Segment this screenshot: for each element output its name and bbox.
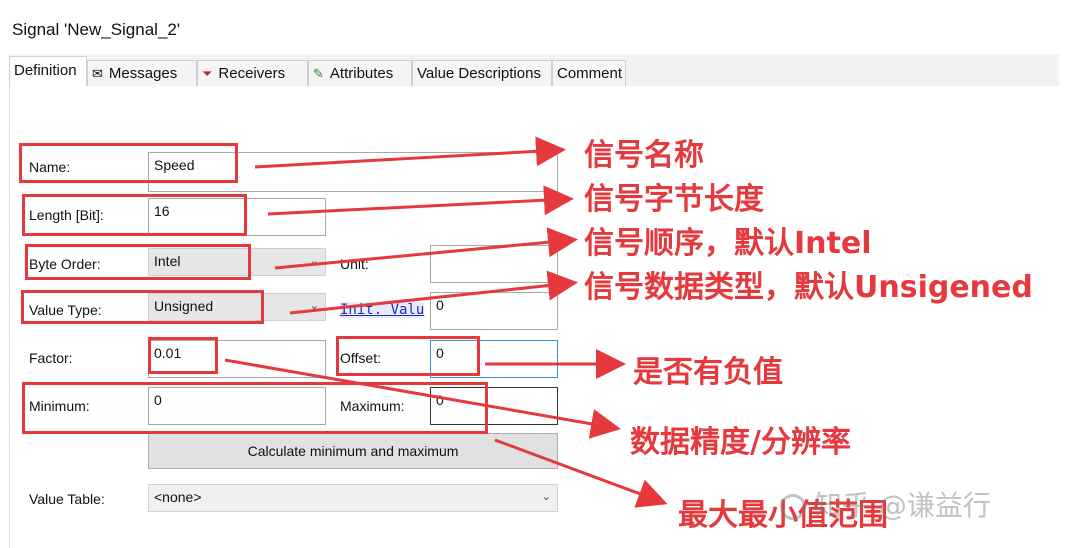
- annotation-byte-order: 信号顺序，默认Intel: [584, 226, 872, 261]
- annotation-factor: 数据精度/分辨率: [630, 425, 851, 460]
- arrow-length: [267, 185, 574, 216]
- watermark-logo-icon: [780, 494, 806, 520]
- annotation-value-type: 信号数据类型，默认Unsigened: [584, 270, 1033, 305]
- annotation-name: 信号名称: [584, 138, 704, 173]
- annotation-length: 信号字节长度: [584, 182, 764, 217]
- watermark-text: 知乎 @谦益行: [814, 489, 991, 522]
- watermark: 知乎 @谦益行: [780, 484, 991, 524]
- arrow-name: [254, 136, 566, 169]
- signal-dialog: Signal 'New_Signal_2' Definition ✉ Messa…: [0, 0, 1080, 548]
- arrow-byte-order: [274, 227, 578, 270]
- arrow-factor: [224, 358, 621, 439]
- arrow-value-type: [289, 270, 578, 315]
- annotation-offset: 是否有负值: [633, 355, 783, 390]
